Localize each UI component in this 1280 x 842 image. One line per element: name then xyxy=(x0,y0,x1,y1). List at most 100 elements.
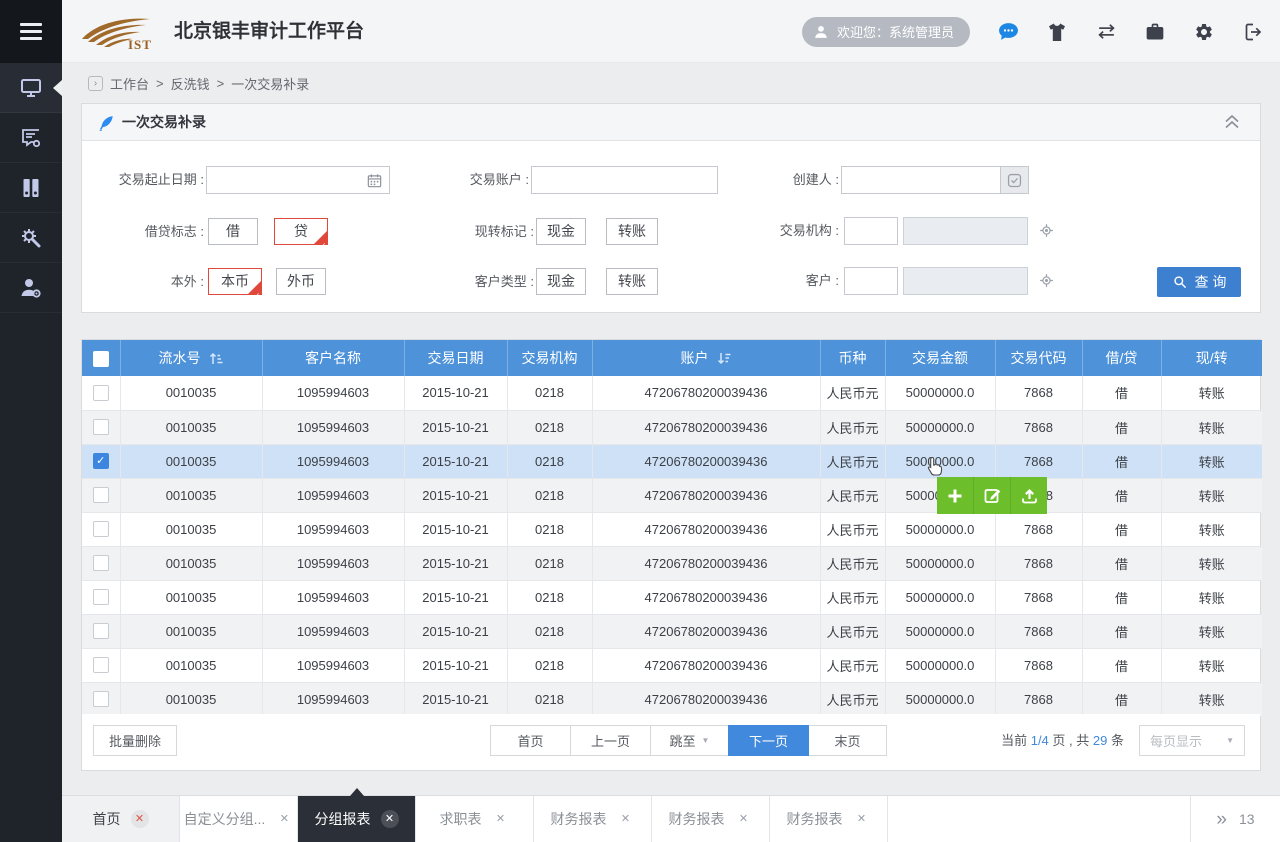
messages-icon[interactable] xyxy=(997,21,1019,43)
breadcrumb-separator: > xyxy=(217,76,225,91)
theme-icon[interactable] xyxy=(1046,21,1068,43)
sidebar-item-messages[interactable] xyxy=(0,113,62,163)
table-row[interactable]: 001003510959946032015-10-210218472067802… xyxy=(82,376,1262,410)
column-header[interactable]: 交易代码 xyxy=(995,340,1082,376)
creator-select-button[interactable] xyxy=(1001,166,1029,194)
table-cell: 借 xyxy=(1082,580,1161,614)
sort-desc-icon[interactable] xyxy=(717,352,732,365)
column-header[interactable]: 账户 xyxy=(592,340,820,376)
bottom-tab[interactable]: 自定义分组...✕ xyxy=(180,796,298,842)
org-picker-target-icon[interactable] xyxy=(1038,222,1055,244)
table-row[interactable]: ✓001003510959946032015-10-21021847206780… xyxy=(82,444,1262,478)
tab-overflow[interactable]: » 13 xyxy=(1190,796,1280,842)
sidebar-item-archives[interactable] xyxy=(0,163,62,213)
user-welcome-badge[interactable]: 欢迎您：系统管理员 xyxy=(802,17,970,47)
tab-close-icon[interactable]: ✕ xyxy=(853,810,871,828)
row-checkbox[interactable] xyxy=(93,385,109,401)
table-row[interactable]: 001003510959946032015-10-210218472067802… xyxy=(82,410,1262,444)
customer-picker-target-icon[interactable] xyxy=(1038,272,1055,294)
tab-close-icon[interactable]: ✕ xyxy=(275,810,293,828)
select-all-checkbox[interactable] xyxy=(93,351,109,367)
tab-close-icon[interactable]: ✕ xyxy=(735,810,753,828)
column-header[interactable]: 币种 xyxy=(820,340,885,376)
table-row[interactable]: 001003510959946032015-10-210218472067802… xyxy=(82,478,1262,512)
jump-to-dropdown[interactable]: 跳至▼ xyxy=(650,725,729,756)
upload-row-button[interactable] xyxy=(1010,477,1047,514)
plus-icon xyxy=(946,487,964,505)
creator-input[interactable] xyxy=(841,166,1001,194)
edit-row-button[interactable] xyxy=(973,477,1010,514)
settings-gear-icon[interactable] xyxy=(1193,21,1215,43)
toggle-local-currency[interactable]: 本币✓ xyxy=(208,268,262,295)
sort-asc-icon[interactable] xyxy=(209,352,224,365)
row-checkbox[interactable]: ✓ xyxy=(93,453,109,469)
chevrons-right-icon[interactable]: » xyxy=(1216,810,1227,829)
account-input[interactable] xyxy=(531,166,718,194)
column-header-label: 交易金额 xyxy=(912,350,968,366)
date-range-input[interactable] xyxy=(206,166,390,194)
collapse-panel-icon[interactable] xyxy=(1222,113,1242,131)
table-row[interactable]: 001003510959946032015-10-210218472067802… xyxy=(82,648,1262,682)
bottom-tab[interactable]: 首页✕ xyxy=(62,796,180,842)
breadcrumb-item-workbench[interactable]: 工作台 xyxy=(110,74,149,93)
bottom-tab[interactable]: 财务报表✕ xyxy=(652,796,770,842)
toggle-foreign-currency[interactable]: 外币 xyxy=(276,268,326,295)
toggle-transfer[interactable]: 转账 xyxy=(606,218,658,245)
first-page-button[interactable]: 首页 xyxy=(490,725,571,756)
bottom-tab[interactable]: 求职表✕ xyxy=(416,796,534,842)
bottom-tab[interactable]: 财务报表✕ xyxy=(534,796,652,842)
tab-close-icon[interactable]: ✕ xyxy=(617,810,635,828)
last-page-button[interactable]: 末页 xyxy=(808,725,887,756)
toggle-cash[interactable]: 现金 xyxy=(536,218,586,245)
row-checkbox[interactable] xyxy=(93,555,109,571)
swap-icon[interactable] xyxy=(1095,21,1117,43)
column-header[interactable]: 交易金额 xyxy=(885,340,995,376)
prev-page-button[interactable]: 上一页 xyxy=(570,725,651,756)
page-size-dropdown[interactable]: 每页显示▼ xyxy=(1139,725,1245,756)
toggle-debit[interactable]: 借 xyxy=(208,218,258,245)
table-cell: 借 xyxy=(1082,614,1161,648)
table-cell: 转账 xyxy=(1161,682,1262,716)
row-checkbox[interactable] xyxy=(93,589,109,605)
tab-close-icon[interactable]: ✕ xyxy=(381,810,399,828)
menu-icon[interactable] xyxy=(0,0,62,63)
bottom-tab[interactable]: 分组报表✕ xyxy=(298,796,416,842)
column-header[interactable]: 交易日期 xyxy=(404,340,507,376)
batch-delete-button[interactable]: 批量删除 xyxy=(93,725,177,756)
sidebar-item-user-admin[interactable] xyxy=(0,263,62,313)
table-row[interactable]: 001003510959946032015-10-210218472067802… xyxy=(82,614,1262,648)
row-checkbox[interactable] xyxy=(93,691,109,707)
table-row[interactable]: 001003510959946032015-10-210218472067802… xyxy=(82,512,1262,546)
column-header[interactable]: 交易机构 xyxy=(507,340,592,376)
table-cell: 借 xyxy=(1082,648,1161,682)
customer-code-input[interactable] xyxy=(844,267,898,295)
calendar-icon[interactable] xyxy=(366,172,383,194)
table-row[interactable]: 001003510959946032015-10-210218472067802… xyxy=(82,580,1262,614)
row-checkbox[interactable] xyxy=(93,657,109,673)
row-checkbox[interactable] xyxy=(93,521,109,537)
table-row[interactable]: 001003510959946032015-10-210218472067802… xyxy=(82,546,1262,580)
tab-close-icon[interactable]: ✕ xyxy=(131,810,149,828)
row-checkbox[interactable] xyxy=(93,623,109,639)
sidebar-item-workbench[interactable] xyxy=(0,63,62,113)
next-page-button[interactable]: 下一页 xyxy=(728,725,809,756)
column-header[interactable]: 客户名称 xyxy=(262,340,404,376)
toggle-customer-transfer[interactable]: 转账 xyxy=(606,268,658,295)
sidebar-item-tools[interactable] xyxy=(0,213,62,263)
search-button[interactable]: 查 询 xyxy=(1157,267,1241,297)
table-row[interactable]: 001003510959946032015-10-210218472067802… xyxy=(82,682,1262,716)
tab-close-icon[interactable]: ✕ xyxy=(492,810,510,828)
toggle-customer-cash[interactable]: 现金 xyxy=(536,268,586,295)
table-cell: 7868 xyxy=(995,512,1082,546)
logout-icon[interactable] xyxy=(1242,21,1264,43)
column-header[interactable]: 流水号 xyxy=(120,340,262,376)
toggle-credit[interactable]: 贷✓ xyxy=(274,218,328,245)
column-header[interactable]: 借/贷 xyxy=(1082,340,1161,376)
breadcrumb-item-aml[interactable]: 反洗钱 xyxy=(171,74,210,93)
column-header[interactable]: 现/转 xyxy=(1161,340,1262,376)
row-checkbox[interactable] xyxy=(93,419,109,435)
briefcase-icon[interactable] xyxy=(1144,21,1166,43)
org-code-input[interactable] xyxy=(844,217,898,245)
row-checkbox[interactable] xyxy=(93,487,109,503)
bottom-tab[interactable]: 财务报表✕ xyxy=(770,796,888,842)
